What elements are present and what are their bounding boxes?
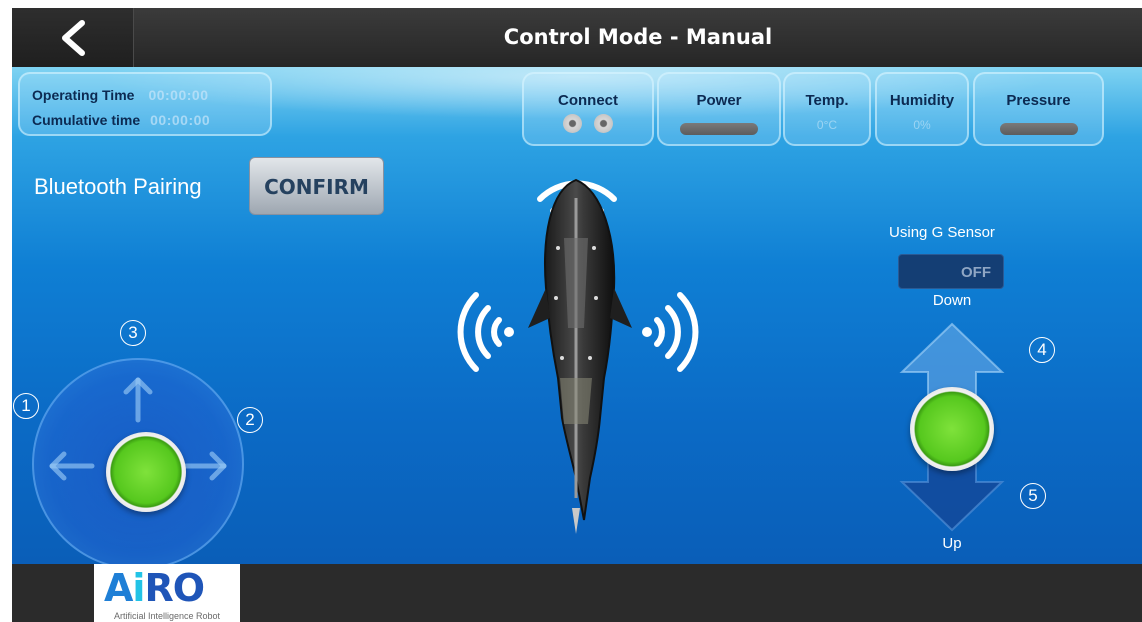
operating-time-label: Operating Time — [32, 87, 135, 103]
connect-label: Connect — [558, 92, 618, 109]
robot-fish-image — [528, 178, 632, 534]
connect-indicator-icon — [594, 114, 613, 133]
logo-brand: AiRO — [104, 566, 205, 610]
pressure-label: Pressure — [1006, 92, 1071, 109]
marker-1: 1 — [13, 393, 39, 419]
power-bar — [680, 123, 758, 135]
g-sensor-state: OFF — [961, 264, 991, 281]
temp-value: 0°C — [816, 118, 838, 132]
logo-tagline: Artificial Intelligence Robot — [113, 611, 221, 621]
page-title: Control Mode - Manual — [503, 25, 773, 49]
connect-indicator-icon — [563, 114, 582, 133]
pressure-panel: Pressure — [973, 72, 1104, 146]
power-panel: Power — [657, 72, 781, 146]
operating-time-row: Operating Time 00:00:00 — [32, 87, 208, 103]
marker-4: 4 — [1029, 337, 1055, 363]
marker-5: 5 — [1020, 483, 1046, 509]
depth-knob[interactable] — [910, 387, 994, 471]
cumulative-time-row: Cumulative time 00:00:00 — [32, 112, 210, 128]
marker-2: 2 — [237, 407, 263, 433]
marker-3: 3 — [120, 320, 146, 346]
g-sensor-label: Using G Sensor — [889, 224, 995, 241]
joystick-knob[interactable] — [106, 432, 186, 512]
humidity-label: Humidity — [889, 92, 955, 109]
down-label: Down — [932, 292, 972, 309]
cumulative-time-label: Cumulative time — [32, 112, 141, 128]
up-label: Up — [942, 535, 962, 552]
connect-indicators — [524, 114, 652, 138]
airo-logo: AiRO Artificial Intelligence Robot — [94, 564, 240, 622]
humidity-panel: Humidity 0% — [875, 72, 969, 146]
bluetooth-pairing-label: Bluetooth Pairing — [34, 174, 202, 199]
humidity-value: 0% — [913, 118, 931, 132]
app-screen: Control Mode - Manual Operating Time 00:0… — [12, 8, 1142, 622]
temp-panel: Temp. 0°C — [783, 72, 871, 146]
pressure-bar — [999, 123, 1078, 135]
confirm-button[interactable]: CONFIRM — [249, 157, 384, 215]
chevron-left-icon — [62, 20, 85, 56]
connect-panel: Connect — [522, 72, 654, 146]
cumulative-time-value: 00:00:00 — [150, 112, 211, 128]
time-panel: Operating Time 00:00:00 Cumulative time 00… — [18, 72, 272, 136]
title-bar: Control Mode - Manual — [12, 8, 1142, 67]
back-button[interactable] — [12, 8, 134, 67]
temp-label: Temp. — [805, 92, 849, 109]
operating-time-value: 00:00:00 — [148, 87, 209, 103]
g-sensor-toggle[interactable]: OFF — [898, 254, 1004, 289]
power-label: Power — [696, 92, 742, 109]
